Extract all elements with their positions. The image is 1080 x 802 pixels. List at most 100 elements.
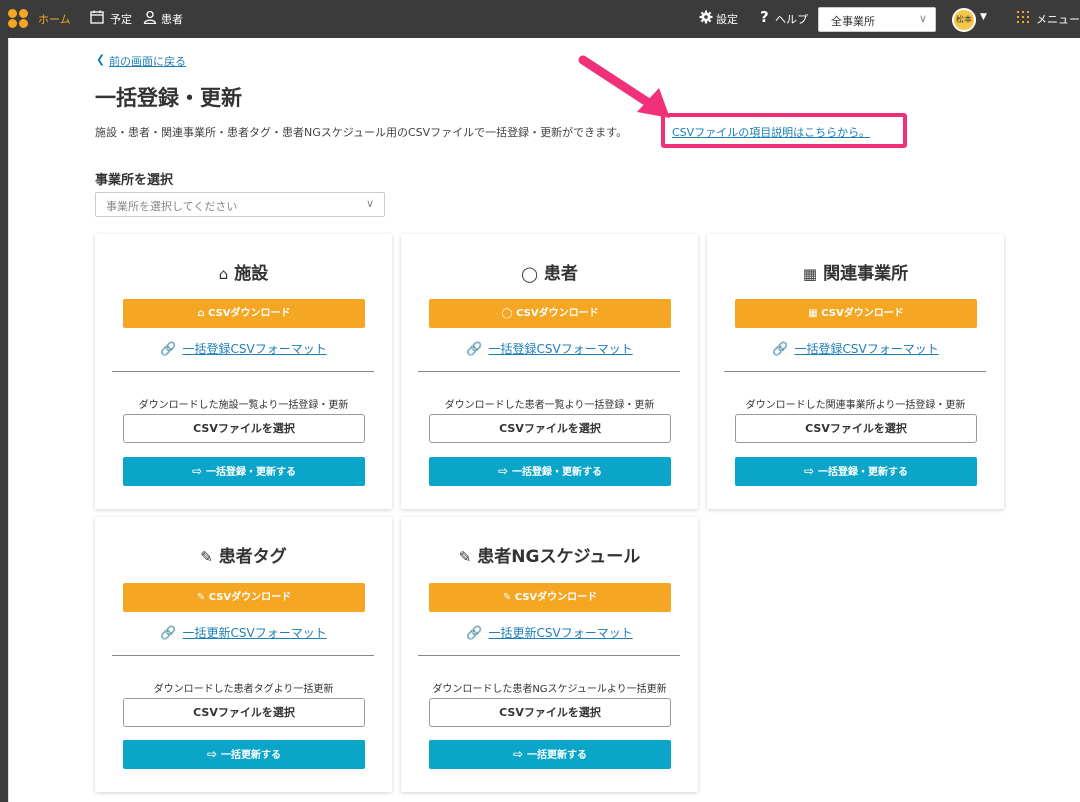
csv-download-button[interactable]: ✎ CSVダウンロード	[123, 583, 365, 612]
home-icon: ⌂	[197, 308, 209, 319]
card-title: ✎ 患者NGスケジュール	[401, 542, 698, 567]
building-icon: ▦	[802, 265, 818, 283]
caret-down-icon[interactable]: ▼	[980, 12, 987, 22]
person-icon: ◯	[501, 308, 517, 319]
bulk-register-button[interactable]: ⇨ 一括登録・更新する	[735, 457, 977, 486]
page-description: 施設・患者・関連事業所・患者タグ・患者NGスケジュール用のCSVファイルで一括登…	[95, 126, 628, 139]
nav-home[interactable]: ホーム	[38, 11, 71, 27]
card-related-office: ▦ 関連事業所 ▦ CSVダウンロード 🔗 一括登録CSVフォーマット ダウンロード…	[707, 234, 1004, 509]
bulk-register-label: 一括登録・更新する	[818, 467, 909, 478]
link-icon: 🔗	[160, 342, 177, 357]
card-title-text: 施設	[234, 264, 269, 284]
divider	[418, 655, 680, 656]
select-csv-file-button[interactable]: CSVファイルを選択	[123, 698, 365, 727]
bulk-register-button[interactable]: ⇨ 一括登録・更新する	[429, 457, 671, 486]
card-patient-tag: ✎ 患者タグ ✎ CSVダウンロード 🔗 一括更新CSVフォーマット ダウンロードし…	[95, 517, 392, 792]
csv-download-button[interactable]: ✎ CSVダウンロード	[429, 583, 671, 612]
select-csv-file-button[interactable]: CSVファイルを選択	[123, 414, 365, 443]
select-csv-file-button[interactable]: CSVファイルを選択	[429, 414, 671, 443]
divider	[112, 371, 374, 372]
csv-format-link[interactable]: 🔗 一括登録CSVフォーマット	[707, 340, 1004, 357]
office-select-dropdown[interactable]: 事業所を選択してください ∨	[95, 192, 385, 217]
csv-download-label: CSVダウンロード	[208, 592, 292, 603]
csv-format-label: 一括登録CSVフォーマット	[488, 342, 633, 356]
bulk-register-label: 一括登録・更新する	[206, 467, 297, 478]
window-frame-left	[0, 38, 8, 802]
csv-format-link[interactable]: 🔗 一括登録CSVフォーマット	[95, 340, 392, 357]
divider	[724, 371, 986, 372]
card-title: ⌂ 施設	[95, 259, 392, 284]
top-navigation-bar: ホーム 予定 患者 設定 ? ヘルプ 全事業所 ∨ 松本 ▼ メニュー	[0, 0, 1080, 38]
card-title: ◯ 患者	[401, 259, 698, 284]
bulk-register-label: 一括登録・更新する	[512, 467, 603, 478]
csv-download-label: CSVダウンロード	[821, 308, 904, 319]
upload-hint: ダウンロードした患者一覧より一括登録・更新	[444, 400, 655, 411]
help-icon: ?	[760, 8, 769, 26]
sign-in-icon: ⇨	[206, 747, 218, 761]
office-scope-value: 全事業所	[831, 15, 875, 28]
schedule-edit-icon: ✎	[458, 548, 472, 566]
bulk-register-button[interactable]: ⇨ 一括登録・更新する	[123, 457, 365, 486]
building-icon: ▦	[808, 308, 822, 319]
csv-format-link[interactable]: 🔗 一括更新CSVフォーマット	[401, 624, 698, 641]
upload-hint: ダウンロードした施設一覧より一括登録・更新	[138, 400, 349, 411]
nav-patients[interactable]: 患者	[161, 11, 183, 27]
csv-format-link[interactable]: 🔗 一括更新CSVフォーマット	[95, 624, 392, 641]
card-title-text: 患者NGスケジュール	[477, 547, 641, 567]
frame-divider	[8, 38, 9, 802]
person-icon: ◯	[521, 265, 538, 283]
bulk-update-button[interactable]: ⇨ 一括更新する	[429, 740, 671, 769]
csv-download-button[interactable]: ⌂ CSVダウンロード	[123, 299, 365, 328]
select-csv-file-button[interactable]: CSVファイルを選択	[429, 698, 671, 727]
card-facility: ⌂ 施設 ⌂ CSVダウンロード 🔗 一括登録CSVフォーマット ダウンロードした施…	[95, 234, 392, 509]
person-icon	[143, 10, 157, 25]
sign-in-icon: ⇨	[512, 747, 524, 761]
calendar-icon	[90, 10, 104, 24]
select-csv-file-button[interactable]: CSVファイルを選択	[735, 414, 977, 443]
card-title: ▦ 関連事業所	[707, 259, 1004, 284]
divider	[418, 371, 680, 372]
csv-download-button[interactable]: ◯ CSVダウンロード	[429, 299, 671, 328]
csv-format-link[interactable]: 🔗 一括登録CSVフォーマット	[401, 340, 698, 357]
page-title: 一括登録・更新	[95, 86, 242, 110]
tag-edit-icon: ✎	[196, 592, 209, 603]
link-icon: 🔗	[772, 342, 789, 357]
csv-download-button[interactable]: ▦ CSVダウンロード	[735, 299, 977, 328]
csv-format-label: 一括登録CSVフォーマット	[794, 342, 939, 356]
link-icon: 🔗	[466, 626, 483, 641]
gear-icon	[699, 10, 713, 24]
csv-download-label: CSVダウンロード	[514, 592, 598, 603]
nav-menu[interactable]: メニュー	[1036, 11, 1080, 27]
csv-format-label: 一括登録CSVフォーマット	[182, 342, 327, 356]
csv-download-label: CSVダウンロード	[208, 308, 291, 319]
upload-hint: ダウンロードした関連事業所より一括登録・更新	[745, 400, 966, 411]
bulk-update-button[interactable]: ⇨ 一括更新する	[123, 740, 365, 769]
card-title-text: 患者	[543, 264, 578, 284]
divider	[112, 655, 374, 656]
sign-in-icon: ⇨	[497, 464, 509, 478]
tag-edit-icon: ✎	[200, 548, 213, 566]
card-patient: ◯ 患者 ◯ CSVダウンロード 🔗 一括登録CSVフォーマット ダウンロードした患…	[401, 234, 698, 509]
nav-help[interactable]: ヘルプ	[775, 11, 808, 27]
back-link[interactable]: 前の画面に戻る	[109, 53, 186, 69]
nav-settings[interactable]: 設定	[716, 11, 738, 27]
upload-hint: ダウンロードした患者NGスケジュールより一括更新	[432, 684, 667, 695]
chevron-down-icon: ∨	[918, 12, 927, 25]
office-scope-select[interactable]: 全事業所 ∨	[818, 7, 936, 32]
office-select-label: 事業所を選択	[95, 173, 174, 188]
nav-schedule[interactable]: 予定	[110, 11, 132, 27]
chevron-down-icon: ∨	[365, 197, 374, 210]
schedule-edit-icon: ✎	[502, 592, 515, 603]
sign-in-icon: ⇨	[803, 464, 815, 478]
annotation-arrow-icon	[578, 55, 670, 118]
home-icon: ⌂	[218, 265, 229, 283]
card-patient-ng-schedule: ✎ 患者NGスケジュール ✎ CSVダウンロード 🔗 一括更新CSVフォーマット ダ…	[401, 517, 698, 792]
link-icon: 🔗	[466, 342, 483, 357]
avatar[interactable]: 松本	[952, 8, 976, 32]
app-logo[interactable]	[8, 9, 30, 29]
sign-in-icon: ⇨	[191, 464, 203, 478]
chevron-left-icon: ❮	[96, 53, 106, 66]
csv-download-label: CSVダウンロード	[516, 308, 599, 319]
bulk-update-label: 一括更新する	[221, 750, 282, 761]
csv-format-label: 一括更新CSVフォーマット	[182, 626, 327, 640]
